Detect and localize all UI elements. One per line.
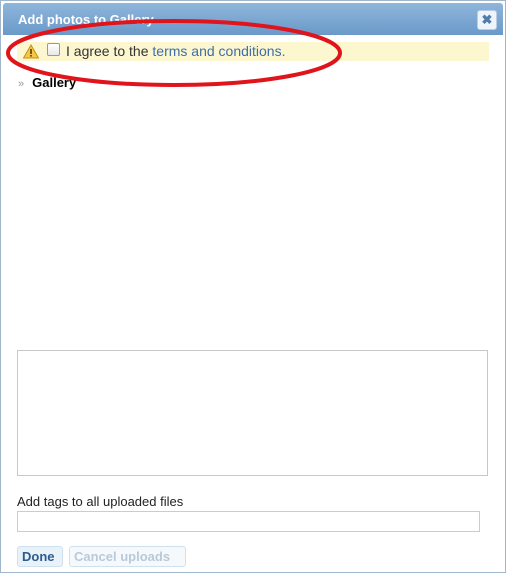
tags-input[interactable] (17, 511, 480, 532)
close-icon: ✖ (481, 12, 493, 27)
upload-dialog: Add photos to Gallery ✖ I agree to the t… (0, 0, 506, 573)
tags-label: Add tags to all uploaded files (17, 494, 184, 509)
cancel-uploads-button[interactable]: Cancel uploads (69, 546, 186, 567)
done-button[interactable]: Done (17, 546, 63, 567)
upload-dropzone[interactable] (17, 350, 488, 476)
red-ellipse-annotation (6, 19, 342, 87)
close-button[interactable]: ✖ (477, 10, 497, 30)
